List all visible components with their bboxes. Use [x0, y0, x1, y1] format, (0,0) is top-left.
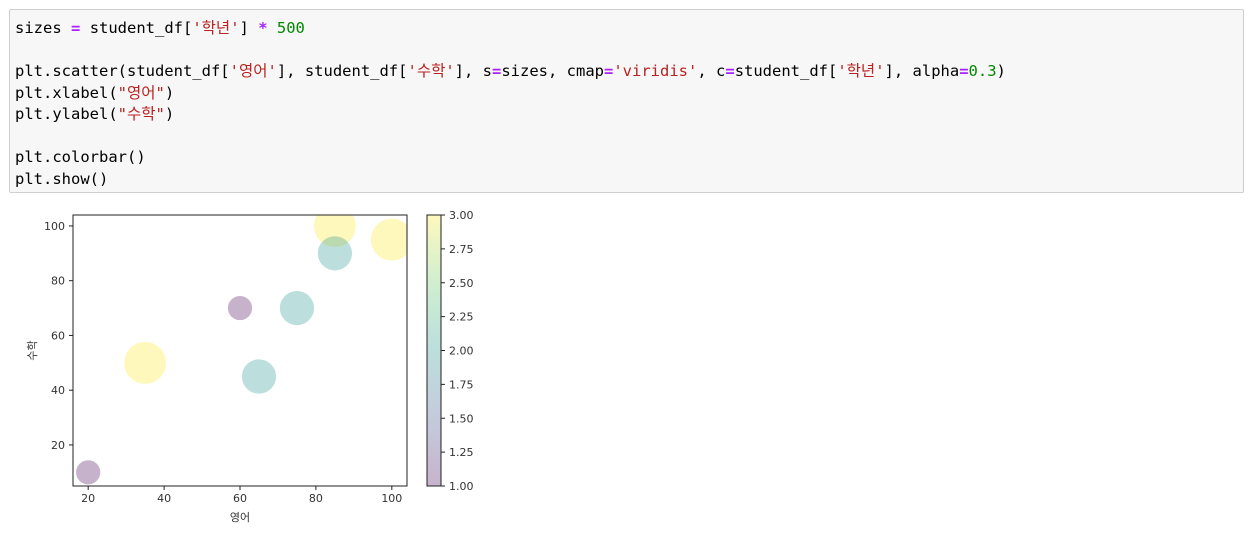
code-token: '학년' [837, 62, 885, 80]
code-line: plt.colorbar() [15, 147, 1238, 169]
code-token: ] [239, 19, 259, 37]
scatter-point [76, 460, 101, 485]
code-token: * [258, 19, 268, 37]
colorbar-tick-label: 2.25 [449, 311, 474, 324]
code-token: = [71, 19, 81, 37]
colorbar-tick-label: 2.75 [449, 243, 474, 256]
y-tick-label: 100 [44, 220, 65, 233]
colorbar [427, 215, 441, 486]
code-line: plt.ylabel("수학") [15, 104, 1238, 126]
code-token: plt.ylabel( [15, 105, 118, 123]
scatter-plot: 20 40 60 80 100 20 40 60 80 100 영어 수학 1.00 1.25 1.50 1.… [26, 209, 474, 524]
code-token: = [725, 62, 735, 80]
colorbar-tick-label: 2.50 [449, 277, 474, 290]
code-token: plt.xlabel( [15, 83, 118, 102]
scatter-point [279, 290, 315, 326]
code-line: plt.xlabel("영어") [15, 83, 1238, 105]
x-tick-label: 20 [81, 492, 95, 505]
code-token: = [604, 62, 614, 80]
colorbar-tick-label: 3.00 [449, 209, 474, 222]
colorbar-tick-label: 1.50 [449, 412, 474, 425]
x-axis-label: 영어 [230, 511, 250, 524]
scatter-point [124, 341, 167, 384]
code-token: '수학' [407, 62, 455, 80]
code-token: 0.3 [968, 62, 997, 80]
code-token: ], s [454, 62, 492, 80]
scatter-point [241, 359, 277, 394]
code-token: ) [164, 105, 175, 123]
y-tick-label: 60 [51, 329, 65, 342]
code-line: plt.show() [15, 169, 1238, 191]
colorbar-tick-label: 1.25 [449, 446, 474, 459]
plot-output: 20 40 60 80 100 20 40 60 80 100 영어 수학 1.00 1.25 1.50 1.… [0, 200, 520, 532]
scatter-point [227, 295, 253, 321]
code-token: plt.show() [15, 169, 109, 188]
y-tick-label: 40 [51, 384, 65, 397]
y-tick-label: 80 [51, 275, 65, 288]
code-token: , c [697, 62, 726, 80]
code-token: ) [996, 62, 1006, 80]
code-editor[interactable]: sizes = student_df['학년'] * 500 plt.scatt… [15, 18, 1238, 190]
code-token: = [959, 62, 969, 80]
plot-background [73, 215, 407, 486]
code-token: ], alpha [884, 62, 960, 80]
code-token: 'viridis' [613, 62, 698, 80]
code-token: student_df[ [80, 19, 193, 37]
code-token: "영어" [117, 83, 165, 102]
code-token: sizes, cmap [501, 62, 604, 80]
x-tick-label: 60 [233, 492, 247, 505]
code-token: plt.colorbar() [15, 148, 146, 166]
colorbar-tick-label: 1.75 [449, 378, 474, 391]
code-token: 500 [276, 19, 305, 37]
x-tick-label: 100 [381, 492, 402, 505]
x-tick-label: 80 [309, 492, 323, 505]
code-token: plt.scatter(student_df[ [15, 62, 230, 80]
code-token: '영어' [229, 62, 277, 80]
scatter-point [317, 236, 353, 271]
x-tick-label: 40 [157, 492, 171, 505]
y-tick-label: 20 [51, 439, 65, 452]
code-token: "수학" [117, 105, 165, 123]
colorbar-tick-label: 1.00 [449, 480, 474, 493]
code-token: ) [164, 83, 175, 102]
code-token: ], student_df[ [276, 62, 408, 80]
code-token: student_df[ [734, 62, 838, 80]
code-cell[interactable]: sizes = student_df['학년'] * 500 plt.scatt… [9, 9, 1244, 193]
code-line: sizes = student_df['학년'] * 500 [15, 18, 1238, 40]
code-token: '학년' [192, 19, 240, 37]
colorbar-tick-label: 2.00 [449, 345, 474, 358]
code-token: sizes [15, 19, 62, 37]
y-axis-label: 수학 [26, 340, 39, 360]
code-token: = [492, 62, 502, 80]
code-line: plt.scatter(student_df['영어'], student_df… [15, 61, 1238, 83]
